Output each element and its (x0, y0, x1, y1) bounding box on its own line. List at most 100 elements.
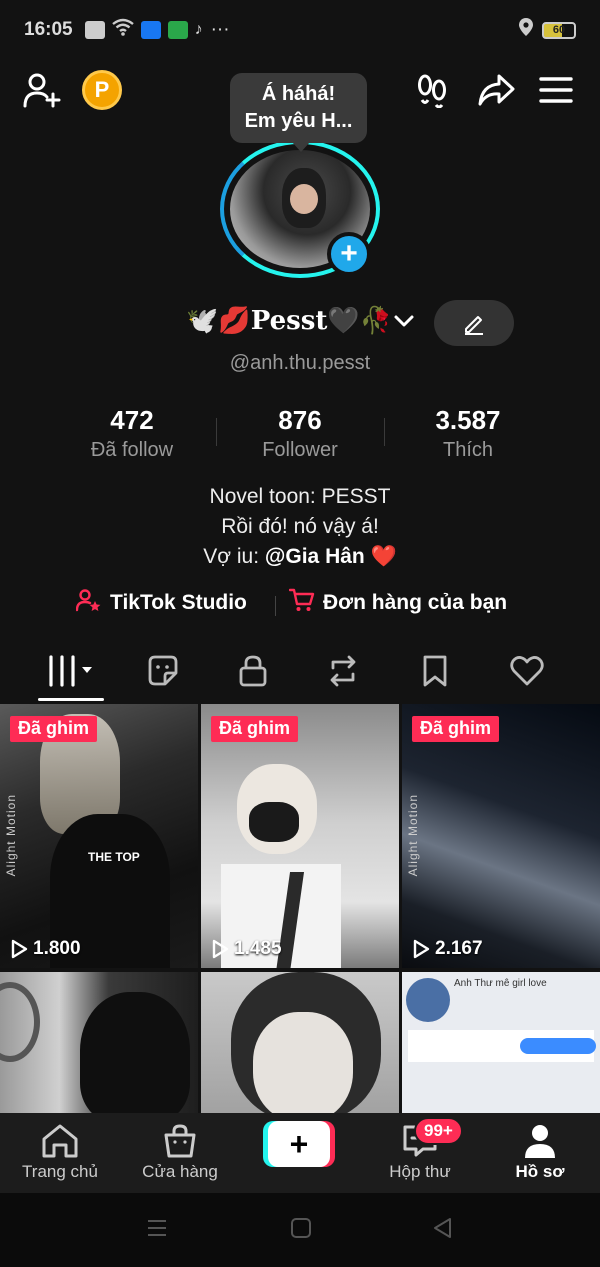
note-line-1: Á háhá! (261, 83, 336, 105)
bio-line-3: Vợ iu: @Gia Hân ❤️ (0, 542, 600, 572)
thumbnail-mask (249, 802, 299, 842)
add-user-icon (23, 73, 61, 108)
inbox-unread-badge: 99+ (414, 1117, 463, 1145)
heart-emoji: ❤️ (364, 545, 397, 568)
bio-line-2: Rồi đó! nó vậy á! (221, 515, 379, 538)
likes-count: 3.587 (435, 405, 501, 435)
profile-name-row: 🕊️💋Pesst🖤🥀 (0, 300, 600, 348)
thumbnail-face (253, 1012, 353, 1114)
watermark-text: Alight Motion (4, 794, 18, 877)
tab-liked[interactable] (482, 650, 572, 692)
notification-icon (84, 21, 105, 39)
profile-stats: 472 Đã follow 876 Follower 3.587 Thích (0, 404, 600, 464)
tab-reposts[interactable] (298, 650, 388, 692)
tab-saved[interactable] (390, 650, 480, 692)
location-icon (518, 17, 534, 43)
view-count: 1.485 (211, 938, 282, 960)
likes-label: Thích (442, 439, 494, 461)
bio-mention-link[interactable]: @Gia Hân (265, 545, 365, 568)
username-handle: @anh.thu.pesst (229, 352, 371, 374)
nav-shop-label: Cửa hàng (142, 1162, 218, 1181)
sticker-icon (148, 655, 178, 686)
nav-home[interactable]: Trang chủ (0, 1121, 120, 1183)
status-time: 16:05 (24, 19, 73, 40)
add-story-button[interactable]: + (327, 232, 371, 276)
pinned-badge: Đã ghim (412, 716, 500, 742)
footprints-icon (418, 74, 446, 108)
video-thumbnail[interactable]: Alight Motion THE TOP Đã ghim 1.800 (0, 704, 198, 968)
home-system-button[interactable] (290, 1217, 312, 1244)
note-line-2: Em yêu H... (244, 110, 353, 132)
play-icon (212, 939, 229, 959)
shop-app-icon (167, 21, 188, 39)
share-icon (478, 74, 515, 106)
menu-button[interactable] (534, 68, 578, 112)
video-grid: Alight Motion THE TOP Đã ghim 1.800 Đã g… (0, 704, 600, 1114)
facebook-icon (140, 21, 161, 39)
grid-videos-icon (49, 655, 92, 687)
view-count-value: 1.800 (33, 938, 81, 959)
tab-stickers[interactable] (118, 650, 208, 692)
back-triangle-icon (434, 1218, 451, 1238)
profile-bio: Novel toon: PESST Rồi đó! nó vậy á! Vợ i… (0, 482, 600, 572)
lock-icon (239, 655, 267, 687)
video-thumbnail[interactable]: Anh Thư mê girl love (402, 972, 600, 1114)
play-icon (413, 939, 430, 959)
tab-videos[interactable] (26, 650, 116, 692)
wifi-icon (111, 18, 134, 42)
bookmark-icon (423, 655, 447, 687)
shopping-cart-icon (288, 588, 315, 618)
pinned-badge: Đã ghim (10, 716, 98, 742)
profile-links: TikTok Studio Đơn hàng của bạn (0, 588, 600, 624)
view-count-value: 2.167 (435, 938, 483, 959)
screenshot-avatar (406, 978, 450, 1022)
create-video-button[interactable]: + (263, 1121, 335, 1167)
view-count: 2.167 (412, 938, 483, 960)
system-navigation-bar (0, 1193, 600, 1267)
heart-outline-icon (510, 656, 544, 686)
video-thumbnail[interactable] (0, 972, 198, 1114)
note-bubble[interactable]: Á háhá! Em yêu H... (230, 73, 367, 152)
status-bar: 16:05 ♪ ··· 60 (0, 0, 600, 60)
edit-profile-button[interactable] (434, 300, 514, 346)
tiktok-studio-label: TikTok Studio (110, 591, 247, 614)
add-friend-button[interactable] (20, 68, 64, 112)
active-tab-indicator (38, 698, 104, 701)
likes-stat[interactable]: 3.587 Thích (384, 404, 552, 464)
video-thumbnail[interactable]: Alight Motion Đã ghim 2.167 (402, 704, 600, 968)
screenshot-caption: Anh Thư mê girl love (454, 978, 547, 989)
following-count: 472 (110, 405, 154, 435)
chevron-down-icon (394, 315, 414, 327)
video-thumbnail[interactable]: Đã ghim 1.485 (201, 704, 399, 968)
coins-button[interactable]: P (80, 68, 124, 112)
link-separator (275, 596, 276, 616)
nav-home-label: Trang chủ (22, 1162, 98, 1181)
recents-icon (148, 1220, 166, 1236)
shopping-bag-icon (164, 1124, 196, 1158)
tiktok-notification-icon: ♪ (194, 21, 203, 38)
tab-private[interactable] (208, 650, 298, 692)
coin-icon: P (82, 70, 122, 110)
share-profile-button[interactable] (474, 68, 518, 112)
footprints-button[interactable] (410, 68, 454, 112)
bottom-navigation: Trang chủ Cửa hàng + Hộp thư 99+ Hồ sơ (0, 1113, 600, 1193)
nav-inbox-label: Hộp thư (389, 1162, 451, 1181)
video-overlay-text: THE TOP (88, 850, 140, 864)
bio-prefix: Vợ iu: (203, 545, 265, 568)
tiktok-studio-link[interactable]: TikTok Studio (75, 588, 247, 618)
profile-content-tabs (0, 640, 600, 702)
nav-shop[interactable]: Cửa hàng (120, 1121, 240, 1183)
profile-person-icon (525, 1125, 555, 1158)
avatar-face (290, 184, 318, 214)
video-thumbnail[interactable] (201, 972, 399, 1114)
orders-link[interactable]: Đơn hàng của bạn (288, 588, 507, 618)
display-name[interactable]: 🕊️💋Pesst🖤🥀 (186, 306, 392, 336)
followers-stat[interactable]: 876 Follower (216, 404, 384, 464)
switch-account-button[interactable] (392, 310, 416, 337)
nav-profile[interactable]: Hồ sơ (480, 1121, 600, 1183)
back-button[interactable] (432, 1217, 454, 1244)
recent-apps-button[interactable] (146, 1217, 168, 1244)
following-stat[interactable]: 472 Đã follow (48, 404, 216, 464)
thumbnail-mirror (0, 982, 40, 1062)
view-count-value: 1.485 (234, 938, 282, 959)
